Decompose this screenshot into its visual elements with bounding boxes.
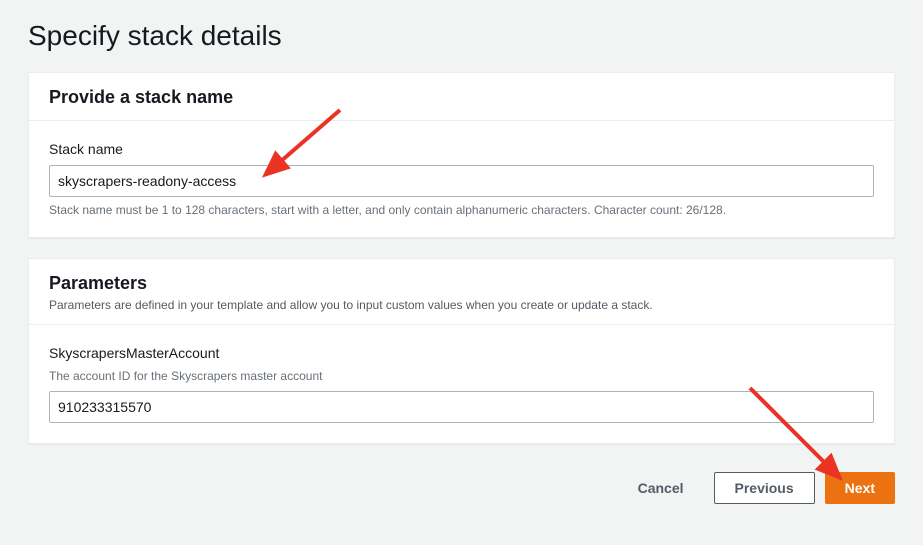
previous-button[interactable]: Previous [714,472,815,504]
parameters-panel-title: Parameters [49,273,874,294]
stack-name-hint: Stack name must be 1 to 128 characters, … [49,203,874,217]
stack-name-panel-header: Provide a stack name [29,73,894,121]
stack-name-input[interactable] [49,165,874,197]
param-input-master-account[interactable] [49,391,874,423]
param-help-master-account: The account ID for the Skyscrapers maste… [49,369,874,383]
parameters-panel-subtitle: Parameters are defined in your template … [49,298,874,312]
stack-name-panel-title: Provide a stack name [49,87,874,108]
footer-actions: Cancel Previous Next [28,464,895,512]
parameters-panel-header: Parameters Parameters are defined in you… [29,259,894,325]
stack-name-panel-body: Stack name Stack name must be 1 to 128 c… [29,121,894,237]
parameters-panel-body: SkyscrapersMasterAccount The account ID … [29,325,894,443]
parameters-panel: Parameters Parameters are defined in you… [28,258,895,444]
stack-name-panel: Provide a stack name Stack name Stack na… [28,72,895,238]
next-button[interactable]: Next [825,472,895,504]
param-label-master-account: SkyscrapersMasterAccount [49,345,874,361]
page-title: Specify stack details [28,20,895,52]
cancel-button[interactable]: Cancel [618,472,704,504]
stack-name-label: Stack name [49,141,874,157]
